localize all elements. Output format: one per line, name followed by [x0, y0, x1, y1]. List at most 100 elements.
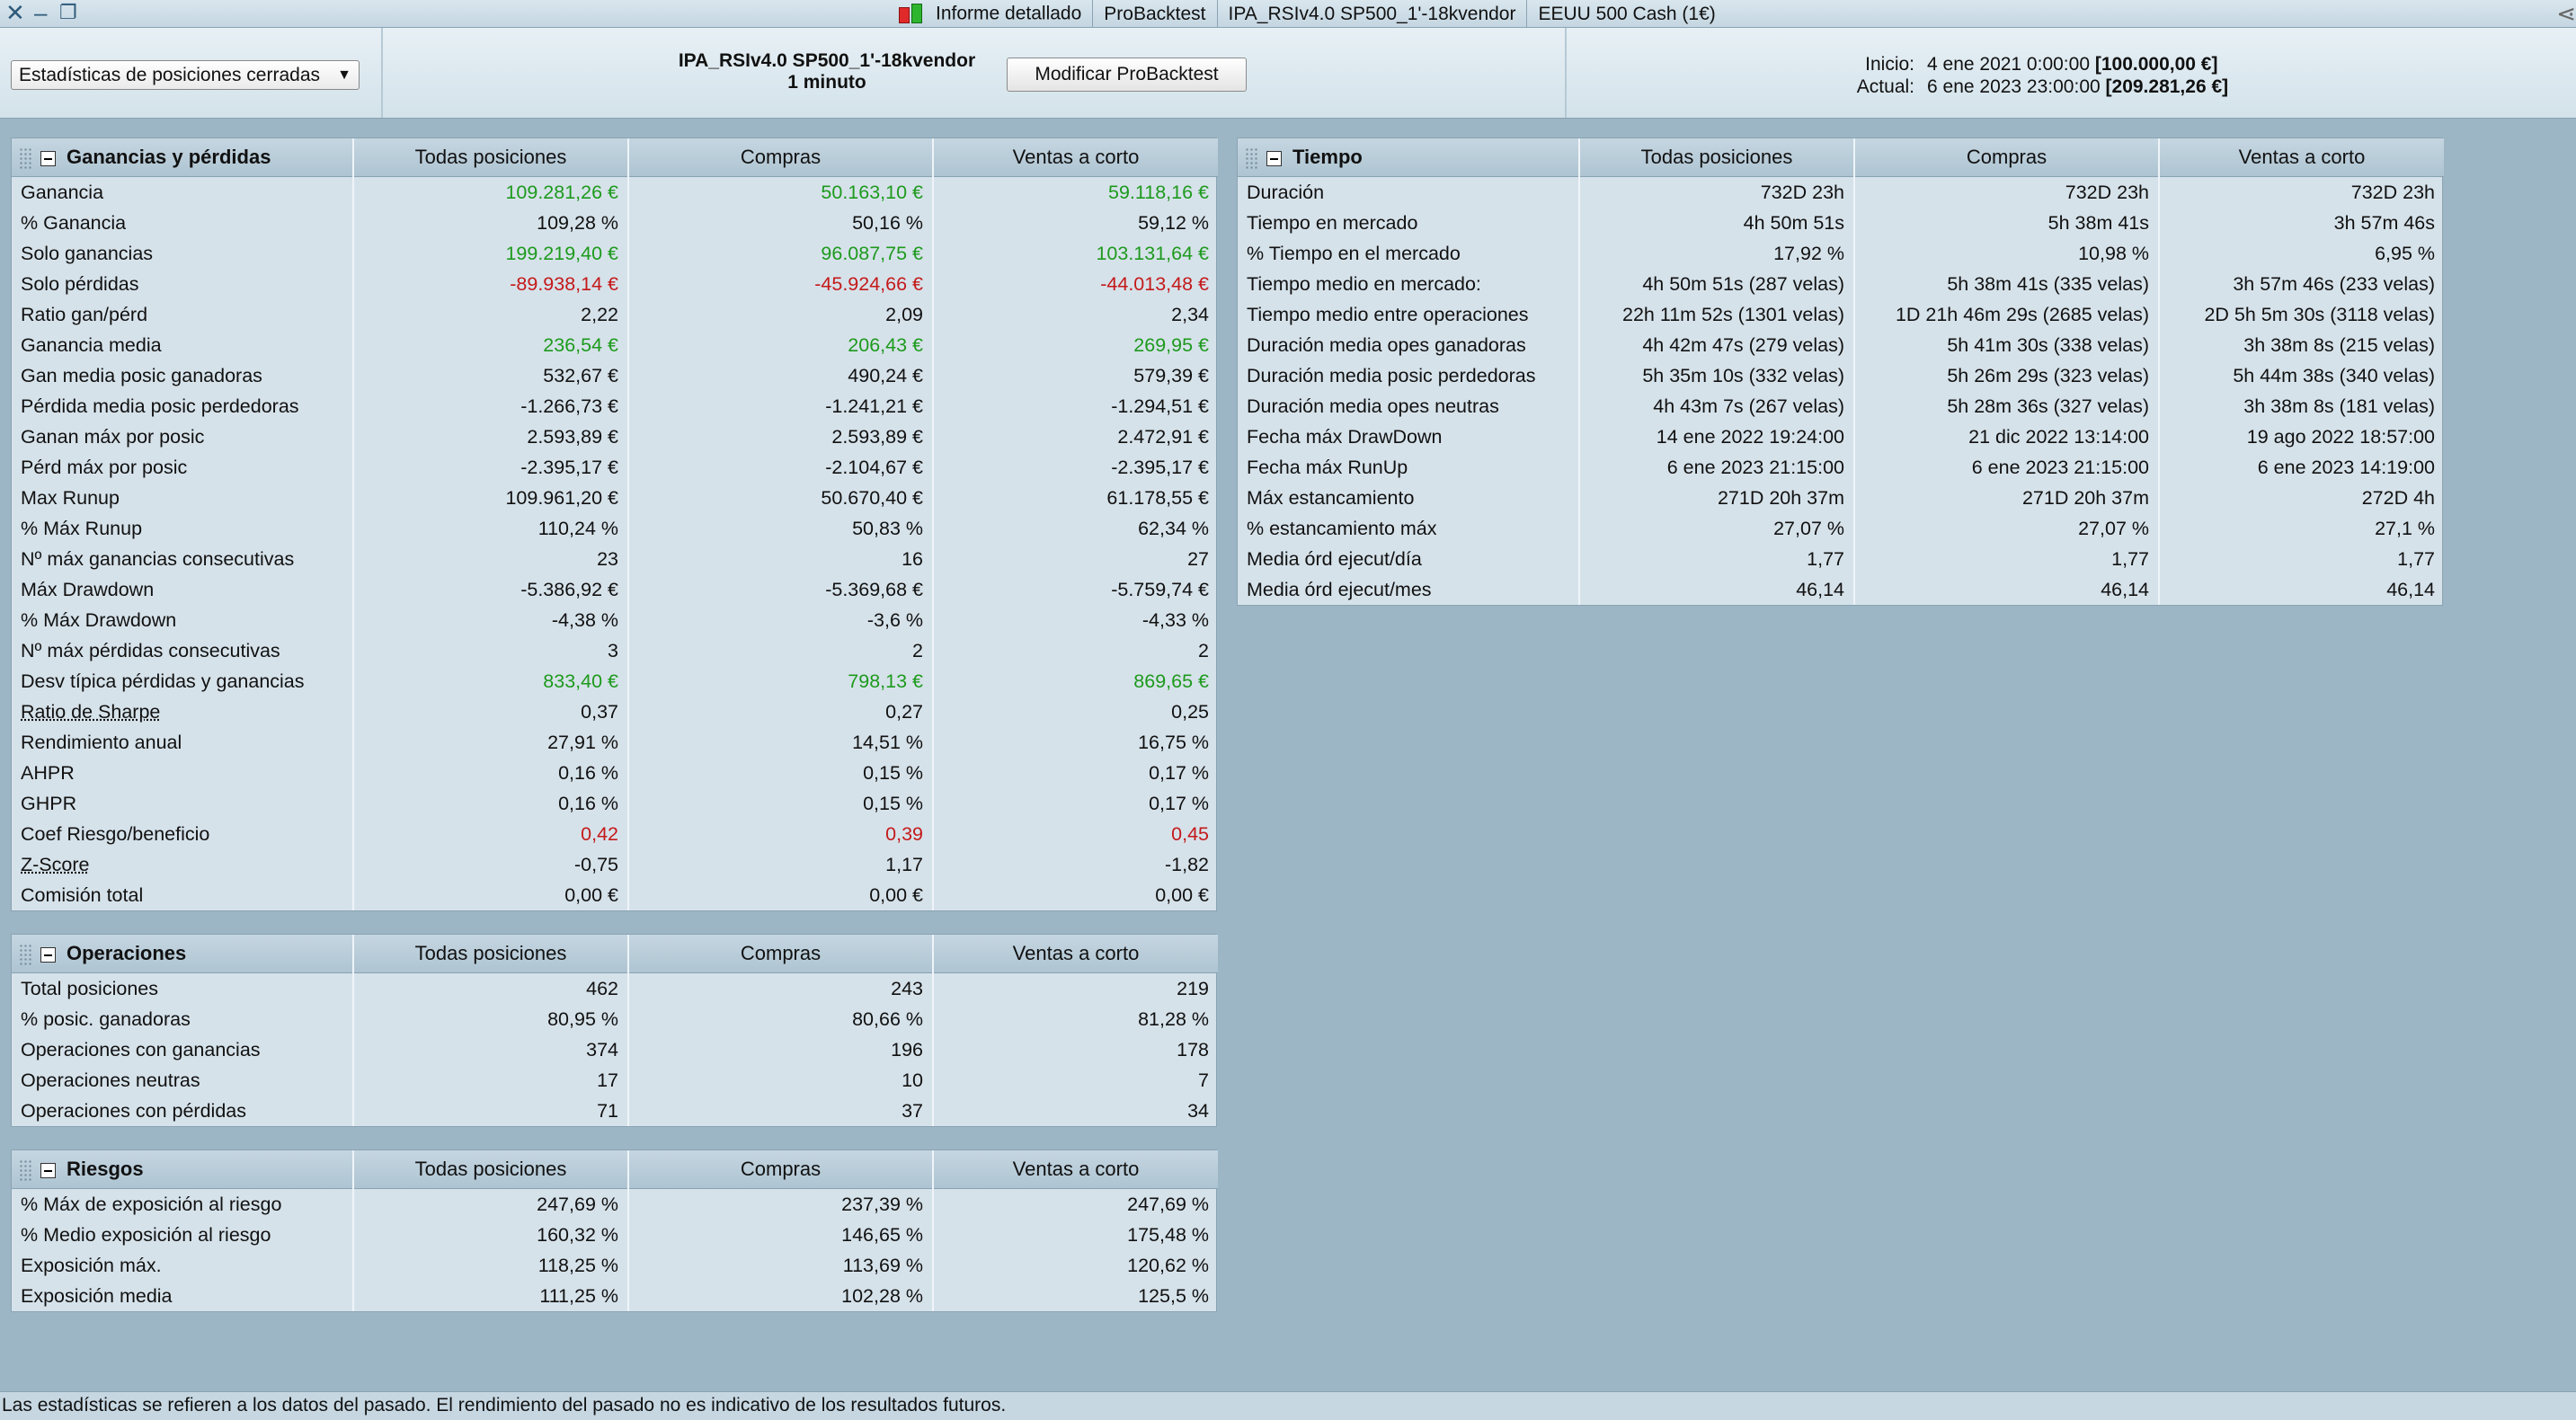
row-label-text: % Máx Runup	[21, 517, 143, 539]
drag-handle-icon[interactable]	[1245, 147, 1259, 170]
table-row: Ganancia media 236,54 €206,43 € 269,95 €	[12, 330, 1218, 360]
modify-probacktest-button[interactable]: Modificar ProBacktest	[1007, 58, 1247, 92]
value-cell: 21 dic 2022 13:14:00	[1854, 422, 2160, 452]
collapse-icon[interactable]	[40, 946, 56, 963]
table-row: % Máx de exposición al riesgo 247,69 % 237…	[12, 1188, 1218, 1220]
value-cell: 0,25	[1171, 700, 1209, 723]
row-label: Desv típica pérdidas y ganancias	[12, 666, 354, 697]
row-label-text: Ganancia	[21, 181, 104, 203]
statistics-type-dropdown[interactable]: Estadísticas de posiciones cerradas ▼	[11, 60, 360, 90]
value-cell: 23	[353, 544, 629, 574]
value-cell: 16	[628, 544, 934, 574]
row-label-text: Operaciones neutras	[21, 1069, 200, 1091]
close-icon[interactable]: ✕	[5, 0, 25, 25]
table-row: Duración media posic perdedoras 5h 35m 10…	[1238, 360, 2444, 391]
row-label: % Máx Runup	[12, 513, 354, 544]
tab-probacktest[interactable]: ProBacktest	[1093, 4, 1216, 25]
row-label-text: Total posiciones	[21, 977, 158, 999]
stats-table: Riesgos Todas posiciones Compras Ventas a c…	[12, 1150, 1218, 1311]
value-cell: 0,16 %	[353, 788, 629, 819]
header-row: Tiempo Todas posiciones Compras Ventas a co…	[1238, 138, 2444, 177]
table-row: Comisión total 0,00 €0,00 €0,00 €	[12, 880, 1218, 910]
value-cell: 6 ene 2023 14:19:00	[2257, 456, 2435, 478]
column-header[interactable]: Ventas a corto	[933, 138, 1218, 177]
drag-handle-icon[interactable]	[19, 1159, 33, 1182]
panel-tiempo: Tiempo Todas posiciones Compras Ventas a co…	[1237, 138, 2444, 606]
title-tabs: Informe detallado ProBacktest IPA_RSIv4.…	[885, 0, 1727, 28]
column-header[interactable]: Ventas a corto	[2159, 138, 2444, 177]
column-header[interactable]: Compras	[628, 138, 934, 177]
row-label-text: Nº máx pérdidas consecutivas	[21, 639, 280, 661]
minimize-icon[interactable]: –	[34, 0, 47, 25]
table-row: Media órd ejecut/mes 46,14 46,14 46,14	[1238, 574, 2444, 605]
column-header[interactable]: Compras	[628, 1150, 934, 1189]
column-header[interactable]: Compras	[1854, 138, 2160, 177]
value-cell: 237,39 %	[628, 1188, 934, 1220]
value-cell: 869,65 €	[1133, 670, 1209, 692]
column-header[interactable]: Compras	[628, 935, 934, 973]
stats-table: Tiempo Todas posiciones Compras Ventas a co…	[1238, 138, 2444, 605]
column-header[interactable]: Ventas a corto	[933, 1150, 1218, 1189]
value-cell: 4h 43m 7s (267 velas)	[1579, 391, 1855, 422]
tab-instrument[interactable]: EEUU 500 Cash (1€)	[1527, 4, 1726, 25]
timeframe-label: 1 minuto	[787, 72, 866, 93]
row-label: % Máx Drawdown	[12, 605, 354, 635]
value-cell: 0,15 %	[628, 788, 934, 819]
value-cell: 2	[1198, 639, 1209, 661]
row-label-text: Solo pérdidas	[21, 272, 139, 295]
row-label: Tiempo medio en mercado:	[1238, 269, 1580, 299]
table-row: Operaciones con ganancias 374 196 178	[12, 1034, 1218, 1065]
share-icon[interactable]: ⋖	[2540, 0, 2576, 28]
value-cell: 462	[353, 972, 629, 1004]
start-value: [100.000,00 €]	[2094, 54, 2218, 75]
value-cell: 1,77	[1854, 544, 2160, 574]
collapse-icon[interactable]	[40, 1162, 56, 1178]
row-label-text: Duración media posic perdedoras	[1247, 364, 1536, 386]
value-cell: 27,91 %	[353, 727, 629, 758]
row-label: Pérdida media posic perdedoras	[12, 391, 354, 422]
value-cell: 269,95 €	[1133, 333, 1209, 356]
section-header: Riesgos	[12, 1150, 354, 1189]
status-bar: Las estadísticas se refieren a los datos…	[0, 1391, 2576, 1420]
row-label-text: Operaciones con pérdidas	[21, 1099, 246, 1122]
value-cell: 732D 23h	[2350, 181, 2435, 203]
value-cell: 5h 35m 10s (332 velas)	[1579, 360, 1855, 391]
drag-handle-icon[interactable]	[19, 147, 33, 170]
row-label: % Ganancia	[12, 208, 354, 238]
row-label: Nº máx ganancias consecutivas	[12, 544, 354, 574]
value-cell: 27,07 %	[1579, 513, 1855, 544]
value-cell: 0,39	[628, 819, 934, 849]
table-row: Pérd máx por posic -2.395,17 € -2.104,67 €…	[12, 452, 1218, 483]
column-header[interactable]: Ventas a corto	[933, 935, 1218, 973]
tab-strategy[interactable]: IPA_RSIv4.0 SP500_1'-18kvendor	[1218, 4, 1527, 25]
value-cell: 27,07 %	[1854, 513, 2160, 544]
column-header[interactable]: Todas posiciones	[353, 935, 629, 973]
row-label-text: % Máx de exposición al riesgo	[21, 1193, 282, 1215]
column-header[interactable]: Todas posiciones	[353, 1150, 629, 1189]
tab-informe-detallado[interactable]: Informe detallado	[885, 2, 1092, 27]
panel-ganancias-perdidas: Ganancias y pérdidas Todas posiciones Comp…	[11, 138, 1218, 911]
row-label-text: Media órd ejecut/día	[1247, 547, 1422, 570]
value-cell: -1.241,21 €	[628, 391, 934, 422]
row-label: Ratio gan/pérd	[12, 299, 354, 330]
value-cell: 0,42	[353, 819, 629, 849]
column-header[interactable]: Todas posiciones	[1579, 138, 1855, 177]
value-cell: 0,17 %	[1149, 761, 1209, 784]
drag-handle-icon[interactable]	[19, 944, 33, 966]
capital-dates: Inicio: 4 ene 2021 0:00:00 [100.000,00 €]…	[1834, 53, 2228, 98]
header-row: Operaciones Todas posiciones Compras Ventas…	[12, 935, 1218, 973]
value-cell: 219	[1177, 977, 1209, 999]
collapse-icon[interactable]	[1266, 150, 1282, 166]
row-label-text: Max Runup	[21, 486, 120, 509]
row-label: Media órd ejecut/día	[1238, 544, 1580, 574]
value-cell: 10,98 %	[1854, 238, 2160, 269]
restore-icon[interactable]: ❐	[59, 0, 77, 25]
column-header[interactable]: Todas posiciones	[353, 138, 629, 177]
table-row: Coef Riesgo/beneficio 0,42 0,39 0,45	[12, 819, 1218, 849]
table-row: Ratio de Sharpe 0,37 0,27 0,25	[12, 697, 1218, 727]
table-row: % Tiempo en el mercado 17,92 % 10,98 % 6,95…	[1238, 238, 2444, 269]
collapse-icon[interactable]	[40, 150, 56, 166]
row-label-text: Máx Drawdown	[21, 578, 155, 600]
row-label: Rendimiento anual	[12, 727, 354, 758]
candlestick-icon	[896, 2, 927, 27]
